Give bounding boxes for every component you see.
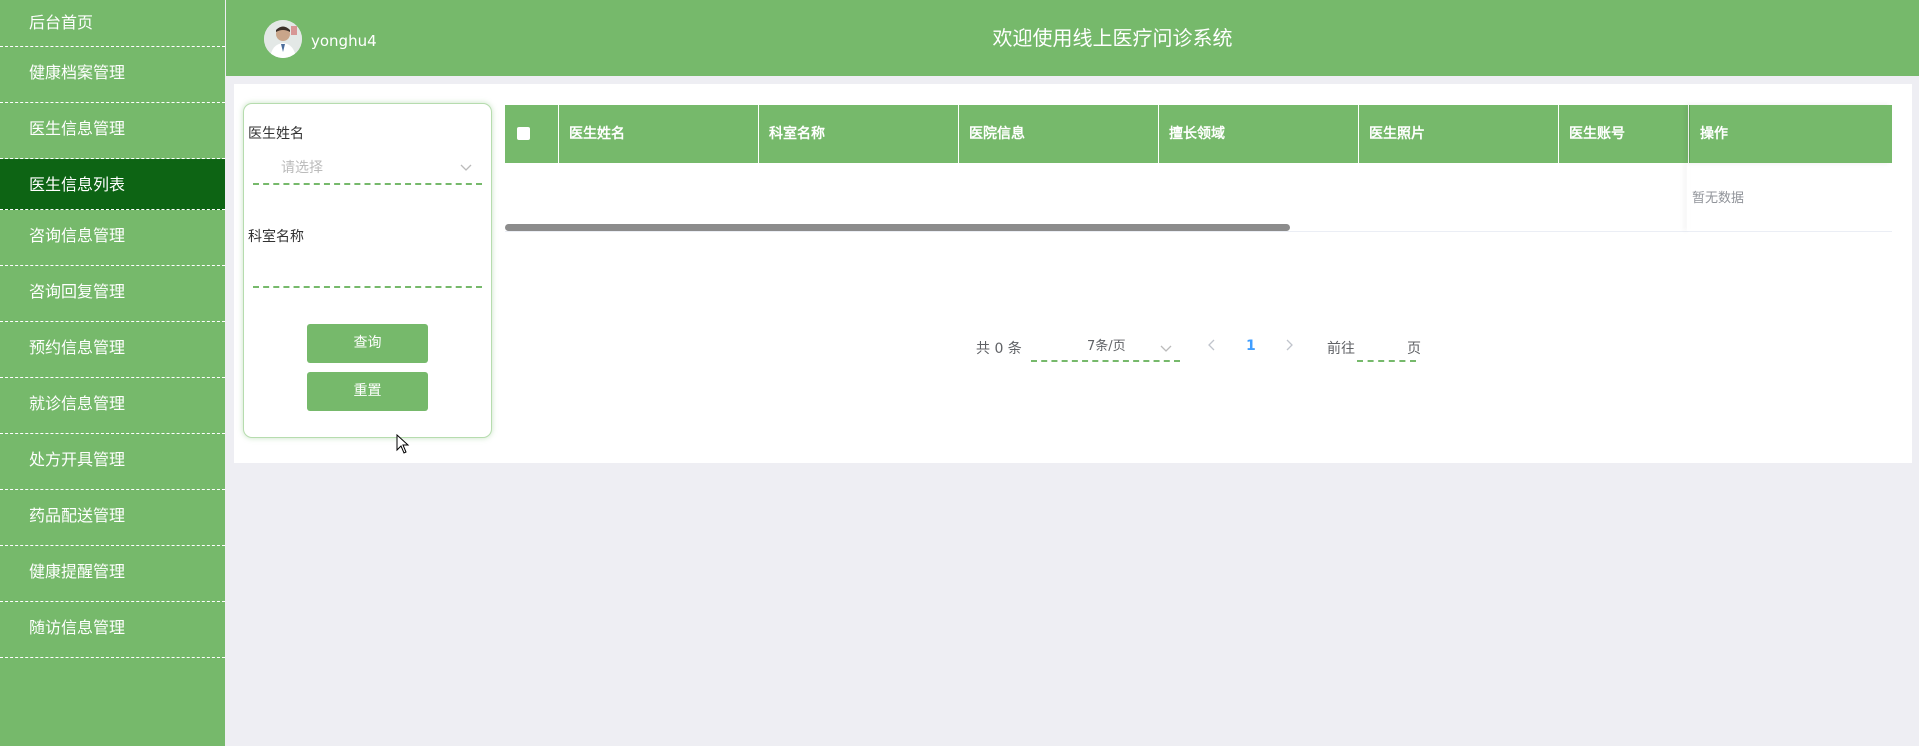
page-size-select[interactable]: 7条/页 — [1031, 336, 1180, 362]
table-body: 暂无数据 — [505, 163, 1892, 232]
fixed-column-shadow — [1687, 163, 1690, 231]
chevron-right-icon — [1286, 339, 1293, 351]
chevron-left-icon — [1208, 339, 1215, 351]
header: yonghu4 欢迎使用线上医疗问诊系统 — [226, 0, 1919, 76]
sidebar-item-doctor-info[interactable]: 医生信息管理 — [0, 103, 225, 159]
page-number-current[interactable]: 1 — [1246, 338, 1256, 354]
horizontal-scrollbar[interactable] — [505, 224, 1290, 231]
sidebar-item-label: 医生信息列表 — [29, 175, 126, 194]
pagination-total: 共 0 条 — [976, 341, 1022, 357]
sidebar-item-label: 医生信息管理 — [29, 119, 126, 138]
sidebar-item-drug-delivery[interactable]: 药品配送管理 — [0, 490, 225, 546]
sidebar-item-label: 处方开具管理 — [29, 450, 126, 469]
select-all-header[interactable] — [505, 105, 559, 163]
sidebar-item-health-reminder[interactable]: 健康提醒管理 — [0, 546, 225, 602]
select-all-checkbox[interactable] — [517, 127, 530, 140]
sidebar-item-label: 健康提醒管理 — [29, 562, 126, 581]
sidebar-item-label: 预约信息管理 — [29, 338, 126, 357]
dept-name-label: 科室名称 — [248, 229, 304, 245]
main-panel: 医生姓名 请选择 科室名称 查询 重置 医生姓名 科室名称 医院信息 擅长领域 … — [234, 84, 1912, 463]
reset-button[interactable]: 重置 — [307, 372, 428, 411]
search-button[interactable]: 查询 — [307, 324, 428, 363]
sidebar-item-consultation-info[interactable]: 咨询信息管理 — [0, 210, 225, 266]
column-header-specialty: 擅长领域 — [1159, 105, 1359, 163]
sidebar-item-home[interactable]: 后台首页 — [0, 0, 225, 47]
sidebar-item-label: 后台首页 — [29, 13, 94, 32]
column-header-doctor-account: 医生账号 — [1559, 105, 1689, 163]
doctor-table: 医生姓名 科室名称 医院信息 擅长领域 医生照片 医生账号 操作 暂无数据 — [505, 105, 1892, 232]
sidebar-item-label: 咨询回复管理 — [29, 282, 126, 301]
sidebar-item-doctor-list[interactable]: 医生信息列表 — [0, 159, 225, 210]
goto-suffix: 页 — [1407, 341, 1421, 357]
sidebar-item-follow-up[interactable]: 随访信息管理 — [0, 602, 225, 658]
chevron-down-icon — [460, 151, 472, 198]
column-header-dept-name: 科室名称 — [759, 105, 959, 163]
doctor-name-label: 医生姓名 — [248, 126, 304, 142]
next-page-button[interactable] — [1284, 335, 1294, 359]
sidebar-item-label: 健康档案管理 — [29, 63, 126, 82]
sidebar-item-health-records[interactable]: 健康档案管理 — [0, 47, 225, 103]
filter-card: 医生姓名 请选择 科室名称 查询 重置 — [243, 103, 492, 438]
doctor-name-select[interactable]: 请选择 — [253, 151, 482, 185]
dept-name-input[interactable] — [253, 254, 482, 288]
sidebar-item-prescription[interactable]: 处方开具管理 — [0, 434, 225, 490]
empty-text: 暂无数据 — [1692, 191, 1745, 206]
sidebar-item-consultation-reply[interactable]: 咨询回复管理 — [0, 266, 225, 322]
page-size-value: 7条/页 — [1087, 339, 1126, 354]
mouse-cursor-icon — [396, 434, 410, 454]
column-header-operation: 操作 — [1689, 105, 1892, 163]
prev-page-button[interactable] — [1207, 335, 1217, 359]
sidebar-item-label: 药品配送管理 — [29, 506, 126, 525]
column-header-doctor-name: 医生姓名 — [559, 105, 759, 163]
chevron-down-icon — [1160, 336, 1172, 368]
doctor-name-placeholder: 请选择 — [281, 160, 323, 176]
sidebar: 后台首页 健康档案管理 医生信息管理 医生信息列表 咨询信息管理 咨询回复管理 … — [0, 0, 225, 746]
column-header-doctor-photo: 医生照片 — [1359, 105, 1559, 163]
sidebar-item-appointment[interactable]: 预约信息管理 — [0, 322, 225, 378]
sidebar-item-visit[interactable]: 就诊信息管理 — [0, 378, 225, 434]
table-header: 医生姓名 科室名称 医院信息 擅长领域 医生照片 医生账号 操作 — [505, 105, 1892, 163]
column-header-hospital-info: 医院信息 — [959, 105, 1159, 163]
goto-label: 前往 — [1327, 341, 1355, 357]
sidebar-item-label: 随访信息管理 — [29, 618, 126, 637]
page-title: 欢迎使用线上医疗问诊系统 — [992, 26, 1233, 50]
sidebar-item-label: 咨询信息管理 — [29, 226, 126, 245]
sidebar-item-label: 就诊信息管理 — [29, 394, 126, 413]
